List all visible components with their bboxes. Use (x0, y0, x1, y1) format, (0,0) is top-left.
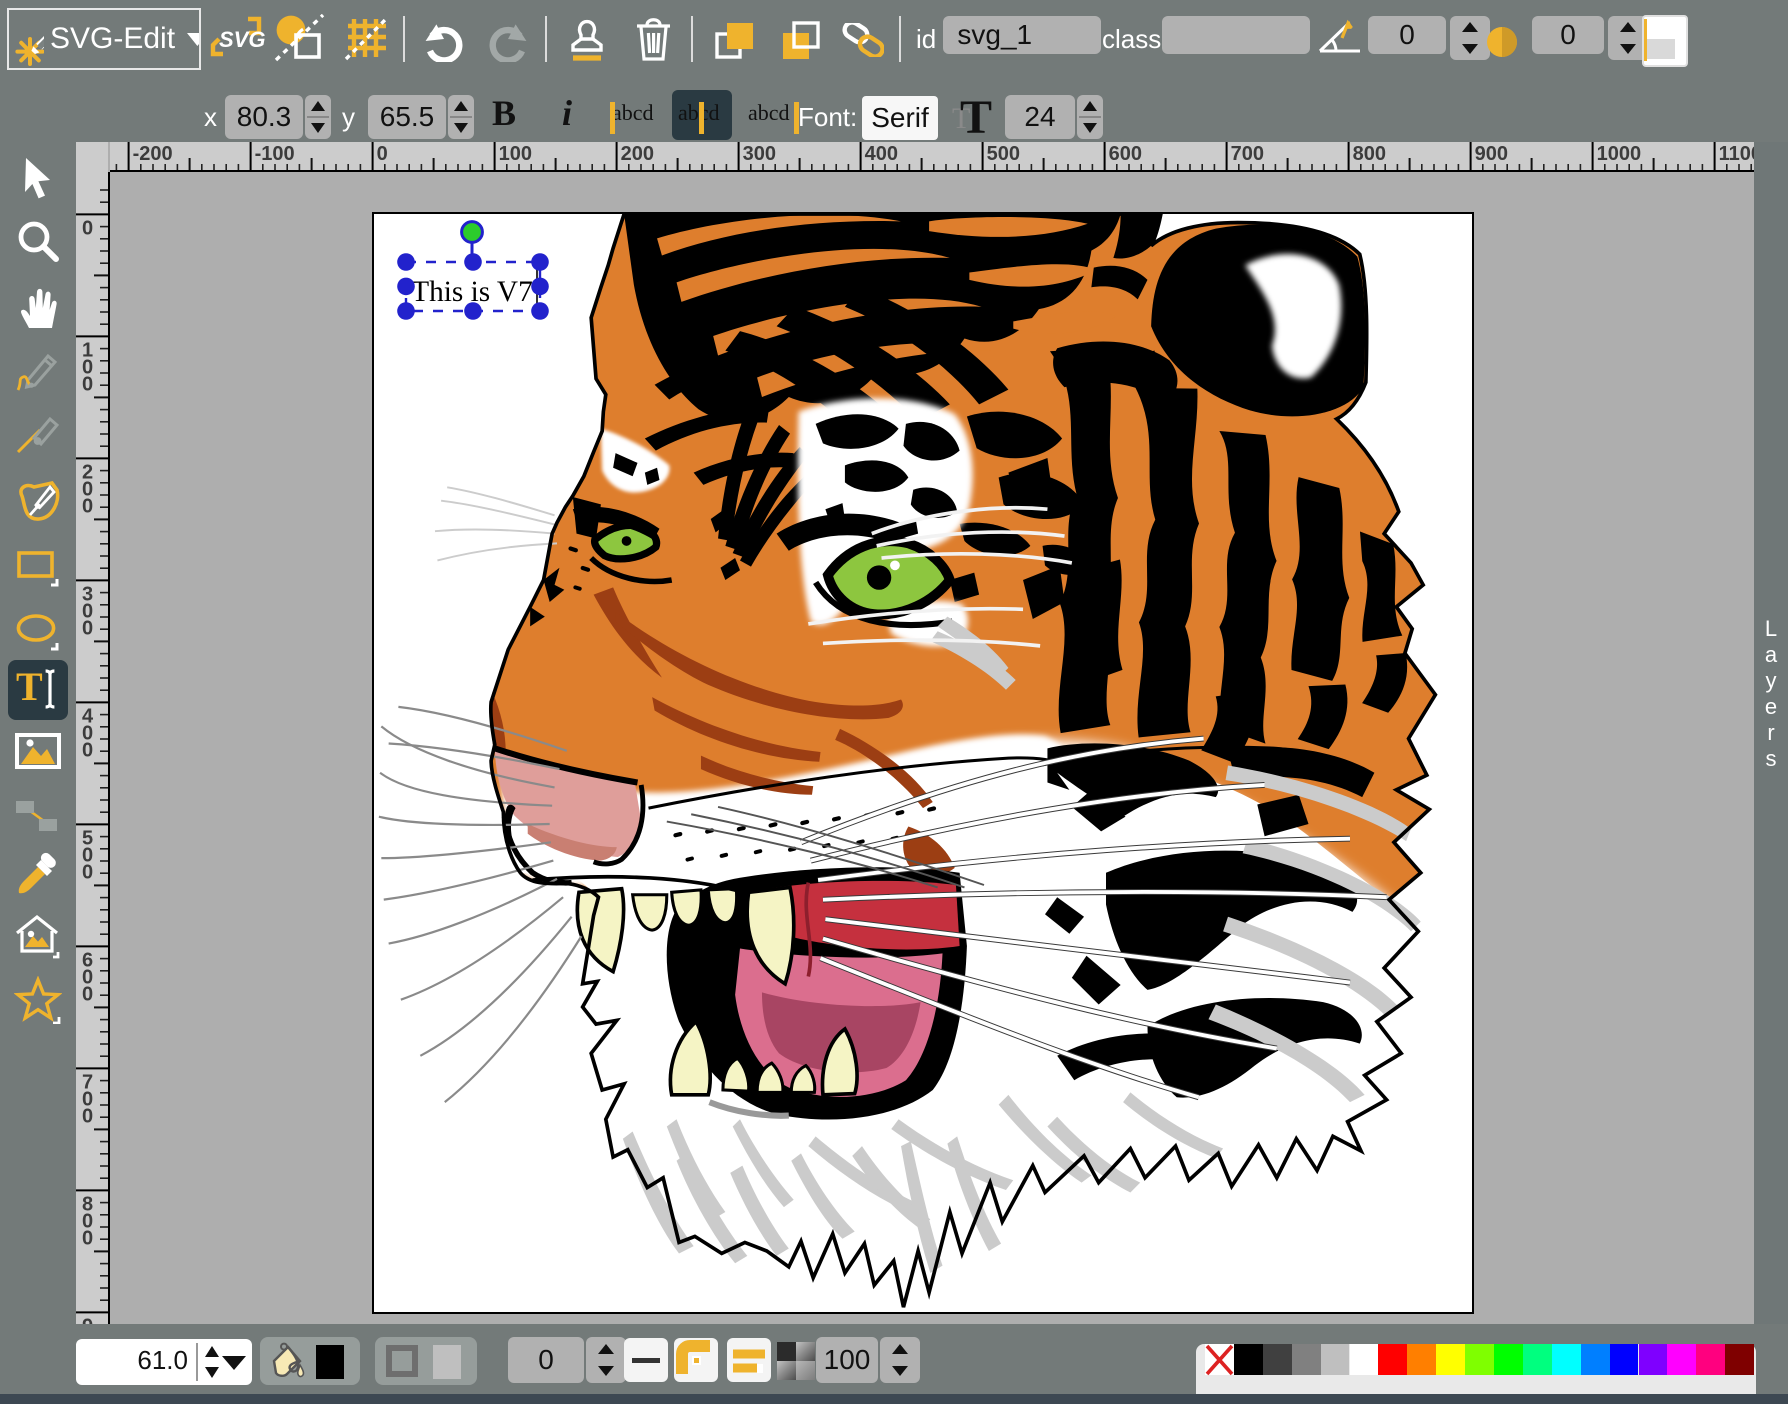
svg-text:0: 0 (82, 1227, 93, 1249)
svg-text:500: 500 (987, 143, 1020, 165)
svg-text:1000: 1000 (1597, 143, 1642, 165)
svg-text:0: 0 (82, 861, 93, 883)
svg-text:0: 0 (82, 1105, 93, 1127)
svg-text:200: 200 (621, 143, 654, 165)
svg-text:0: 0 (82, 739, 93, 761)
svg-text:9: 9 (82, 1315, 93, 1324)
svg-text:-200: -200 (133, 143, 173, 165)
svg-text:0: 0 (82, 373, 93, 395)
svg-text:0: 0 (82, 495, 93, 517)
svg-text:700: 700 (1231, 143, 1264, 165)
svg-text:100: 100 (499, 143, 532, 165)
svg-text:400: 400 (865, 143, 898, 165)
svg-text:800: 800 (1353, 143, 1386, 165)
svg-text:900: 900 (1475, 143, 1508, 165)
svg-text:600: 600 (1109, 143, 1142, 165)
svg-text:300: 300 (743, 143, 776, 165)
svg-text:0: 0 (82, 983, 93, 1005)
svg-text:0: 0 (377, 143, 388, 165)
svg-text:0: 0 (82, 617, 93, 639)
svg-text:1100: 1100 (1719, 143, 1754, 165)
svg-text:T: T (16, 666, 43, 709)
svg-text:-100: -100 (255, 143, 295, 165)
svg-text:SVG: SVG (219, 27, 265, 52)
svg-text:0: 0 (82, 217, 93, 239)
